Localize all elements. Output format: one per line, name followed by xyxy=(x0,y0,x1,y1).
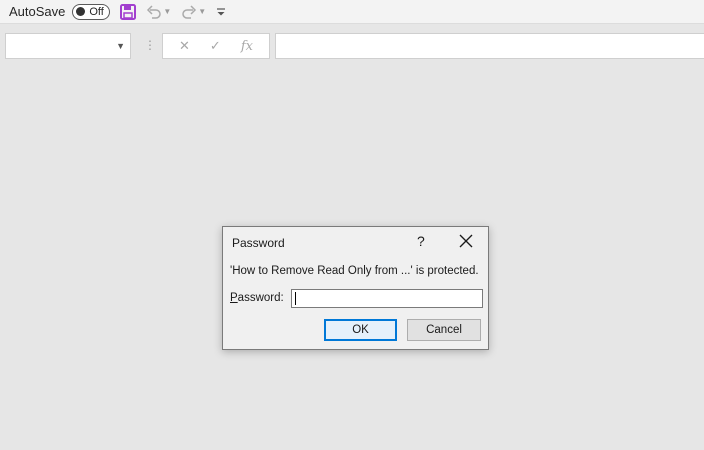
close-icon[interactable] xyxy=(459,234,473,248)
cancel-entry-icon[interactable]: ✕ xyxy=(179,39,190,54)
redo-dropdown-icon[interactable]: ▼ xyxy=(198,7,206,16)
insert-function-icon[interactable]: fx xyxy=(241,39,253,54)
excel-window: AutoSave Off ▼ ▼ ▼ ⋮ ✕ ✓ fx Password ? '… xyxy=(0,0,704,450)
formula-buttons: ✕ ✓ fx xyxy=(162,33,270,59)
name-box-dropdown-icon[interactable]: ▼ xyxy=(116,41,125,51)
formula-bar: ▼ ⋮ ✕ ✓ fx xyxy=(0,33,704,60)
enter-entry-icon[interactable]: ✓ xyxy=(210,39,221,54)
password-label-rest: assword: xyxy=(237,292,284,304)
cancel-button[interactable]: Cancel xyxy=(407,319,481,341)
autosave-label: AutoSave xyxy=(9,4,66,19)
password-label-mnemonic: P xyxy=(230,292,238,304)
autosave-toggle[interactable]: Off xyxy=(72,3,111,20)
password-input[interactable] xyxy=(291,289,483,308)
save-icon[interactable] xyxy=(120,3,137,20)
toggle-knob xyxy=(76,7,86,16)
name-box[interactable]: ▼ xyxy=(5,33,131,59)
customize-toolbar-icon[interactable] xyxy=(216,6,226,18)
quick-access-toolbar: AutoSave Off ▼ ▼ xyxy=(0,0,704,24)
help-icon[interactable]: ? xyxy=(417,233,425,249)
undo-icon[interactable] xyxy=(146,4,162,19)
undo-dropdown-icon[interactable]: ▼ xyxy=(163,7,171,16)
ok-button[interactable]: OK xyxy=(324,319,397,341)
protected-message: 'How to Remove Read Only from ...' is pr… xyxy=(230,265,479,277)
formula-input[interactable] xyxy=(275,33,704,59)
text-cursor xyxy=(295,292,296,305)
password-dialog: Password ? 'How to Remove Read Only from… xyxy=(222,226,489,350)
formula-bar-grip-icon[interactable]: ⋮ xyxy=(144,38,156,52)
password-label: Password: xyxy=(230,292,284,304)
autosave-state: Off xyxy=(89,5,104,18)
dialog-title: Password xyxy=(232,236,285,250)
redo-icon[interactable] xyxy=(181,4,197,19)
